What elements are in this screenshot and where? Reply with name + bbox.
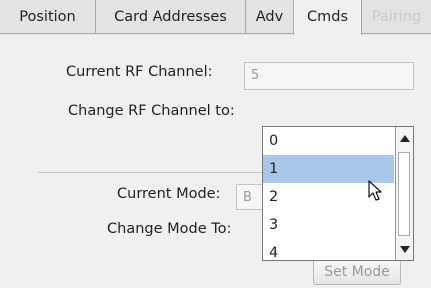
- tab-card-addresses[interactable]: Card Addresses: [96, 0, 246, 34]
- options-scrollbar[interactable]: [395, 127, 413, 260]
- scrollbar-thumb[interactable]: [398, 152, 410, 236]
- mouse-pointer-icon: [368, 180, 382, 201]
- tab-pairing: Pairing: [362, 0, 431, 34]
- tab-adv[interactable]: Adv: [246, 0, 294, 34]
- change-mode-label: Change Mode To:: [107, 221, 232, 237]
- section-divider: [38, 172, 268, 173]
- rf-channel-options-popup[interactable]: 0 1 2 3 4: [262, 126, 414, 261]
- rf-channel-option-4[interactable]: 4: [263, 239, 394, 260]
- tab-cmds[interactable]: Cmds: [293, 0, 362, 35]
- current-mode-label: Current Mode:: [117, 186, 221, 202]
- scroll-up-arrow-icon[interactable]: [400, 135, 410, 142]
- current-rf-channel-field: 5: [244, 62, 414, 90]
- rf-channel-option-0[interactable]: 0: [263, 127, 394, 155]
- scroll-down-arrow-icon[interactable]: [400, 246, 410, 253]
- change-rf-channel-label: Change RF Channel to:: [68, 103, 235, 119]
- tab-bar: Position Card Addresses Adv Cmds Pairing: [0, 0, 431, 35]
- tab-position[interactable]: Position: [0, 0, 96, 34]
- rf-channel-option-1[interactable]: 1: [263, 155, 394, 183]
- set-mode-button[interactable]: Set Mode: [313, 259, 401, 285]
- current-rf-channel-label: Current RF Channel:: [66, 64, 213, 80]
- rf-channel-option-3[interactable]: 3: [263, 211, 394, 239]
